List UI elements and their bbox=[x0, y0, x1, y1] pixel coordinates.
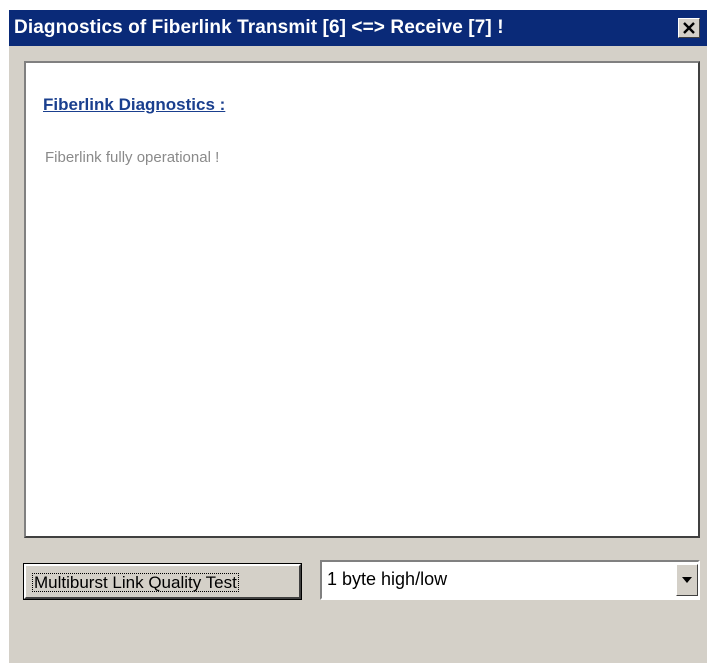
window-title: Diagnostics of Fiberlink Transmit [6] <=… bbox=[14, 17, 504, 38]
diagnostics-panel: Fiberlink Diagnostics : Fiberlink fully … bbox=[24, 61, 700, 538]
diagnostics-heading: Fiberlink Diagnostics : bbox=[43, 95, 226, 114]
chevron-down-icon bbox=[682, 577, 692, 583]
close-icon bbox=[683, 22, 695, 34]
multiburst-test-button-label: Multiburst Link Quality Test bbox=[32, 573, 239, 592]
test-mode-select-value: 1 byte high/low bbox=[327, 569, 448, 589]
close-button[interactable] bbox=[678, 18, 700, 38]
diagnostics-status: Fiberlink fully operational ! bbox=[45, 149, 220, 166]
title-bar: Diagnostics of Fiberlink Transmit [6] <=… bbox=[9, 10, 707, 46]
test-mode-dropdown-button[interactable] bbox=[676, 564, 698, 596]
diagnostics-window: Diagnostics of Fiberlink Transmit [6] <=… bbox=[9, 10, 707, 663]
multiburst-test-button[interactable]: Multiburst Link Quality Test bbox=[23, 563, 302, 600]
test-mode-select[interactable]: 1 byte high/low bbox=[320, 560, 700, 600]
